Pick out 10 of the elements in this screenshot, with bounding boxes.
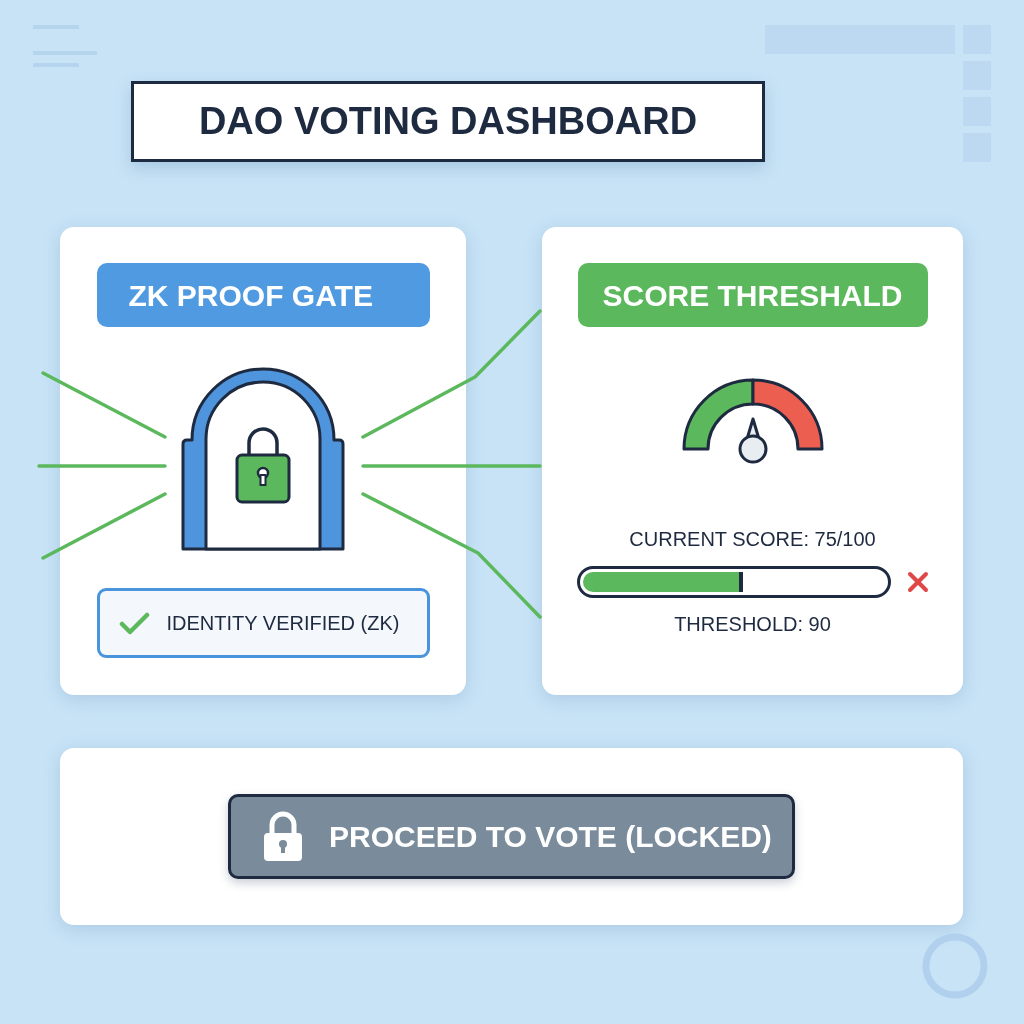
section-heading: ZK PROOF GATE <box>96 263 430 327</box>
threshold-label: THRESHOLD: 90 <box>674 612 831 636</box>
section-heading: SCORE THRESHALD <box>577 263 928 327</box>
padlock-icon <box>262 810 304 863</box>
status-label: IDENTITY VERIFIED (ZK) <box>166 611 400 636</box>
dashboard-title: DAO VOTING DASHBOARD <box>131 81 765 162</box>
ring-icon <box>922 933 988 999</box>
current-score-label: CURRENT SCORE: 75/100 <box>629 527 876 551</box>
padlock-icon <box>235 427 291 504</box>
proceed-button[interactable]: PROCEED TO VOTE (LOCKED) <box>228 794 795 879</box>
